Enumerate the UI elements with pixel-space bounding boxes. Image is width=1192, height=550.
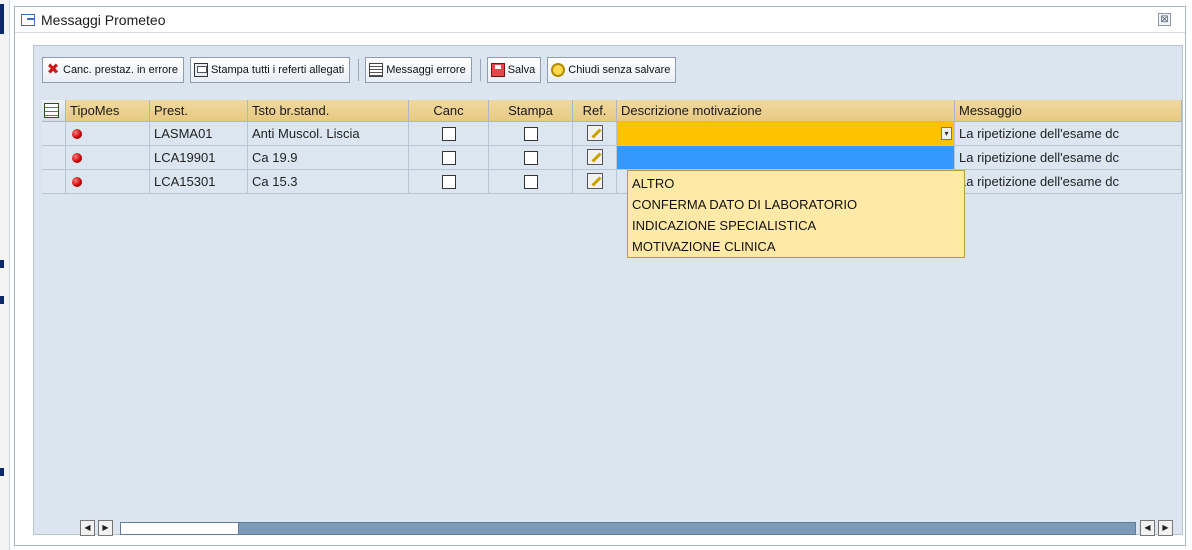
save-icon	[490, 63, 505, 77]
table-row: LASMA01 Anti Muscol. Liscia ▾ La ripetiz…	[42, 122, 1182, 146]
table-row: LCA19901 Ca 19.9 La ripetizione dell'esa…	[42, 146, 1182, 170]
layout-icon	[44, 103, 59, 118]
scroll-thumb[interactable]	[121, 523, 239, 534]
close-without-saving-button[interactable]: Chiudi senza salvare	[547, 57, 677, 83]
column-header-ref[interactable]: Ref.	[573, 100, 617, 122]
title-bar: Messaggi Prometeo ⊠	[15, 7, 1185, 33]
edit-icon[interactable]	[586, 125, 603, 141]
tsto-cell: Anti Muscol. Liscia	[248, 122, 409, 146]
save-button[interactable]: Salva	[486, 57, 542, 83]
button-label: Canc. prestaz. in errore	[63, 64, 178, 76]
dropdown-option-motivazione[interactable]: MOTIVAZIONE CLINICA	[628, 236, 964, 257]
row-selector[interactable]	[42, 122, 66, 146]
close-button[interactable]: ⊠	[1158, 13, 1171, 26]
column-header-messaggio[interactable]: Messaggio	[955, 100, 1182, 122]
canc-cell	[409, 146, 489, 170]
error-messages-button[interactable]: Messaggi errore	[365, 57, 472, 83]
stampa-checkbox[interactable]	[523, 175, 538, 189]
edge-marker	[0, 468, 4, 476]
messaggio-cell: La ripetizione dell'esame dc	[955, 122, 1182, 146]
stampa-cell	[489, 146, 573, 170]
tipomes-cell	[66, 170, 150, 194]
button-label: Messaggi errore	[386, 64, 466, 76]
column-header-stampa[interactable]: Stampa	[489, 100, 573, 122]
print-icon	[193, 63, 208, 77]
row-selector[interactable]	[42, 170, 66, 194]
prest-cell: LASMA01	[150, 122, 248, 146]
dropdown-arrow-icon[interactable]: ▾	[941, 127, 952, 140]
stampa-checkbox[interactable]	[523, 151, 538, 165]
descrizione-dropdown[interactable]: ▾	[617, 122, 955, 146]
dropdown-option-indicazione[interactable]: INDICAZIONE SPECIALISTICA	[628, 215, 964, 236]
tipomes-cell	[66, 146, 150, 170]
tsto-cell: Ca 15.3	[248, 170, 409, 194]
descrizione-dropdown-list: ALTRO CONFERMA DATO DI LABORATORIO INDIC…	[627, 170, 965, 258]
canc-checkbox[interactable]	[441, 175, 456, 189]
messages-table: TipoMes Prest. Tsto br.stand. Canc Stamp…	[42, 100, 1182, 520]
column-header-tsto[interactable]: Tsto br.stand.	[248, 100, 409, 122]
column-header-prest[interactable]: Prest.	[150, 100, 248, 122]
toolbar: ✖ Canc. prestaz. in errore Stampa tutti …	[42, 56, 682, 84]
horizontal-scrollbar[interactable]: ◀ ▶ ◀ ▶	[62, 520, 1173, 538]
dropdown-empty-option[interactable]	[617, 146, 955, 170]
stampa-cell	[489, 122, 573, 146]
column-header-tipomes[interactable]: TipoMes	[66, 100, 150, 122]
dialog-window: Messaggi Prometeo ⊠ ✖ Canc. prestaz. in …	[14, 6, 1186, 546]
canc-cell	[409, 170, 489, 194]
dropdown-option-altro[interactable]: ALTRO	[628, 173, 964, 194]
edge-marker	[0, 296, 4, 304]
layout-button[interactable]	[42, 100, 66, 122]
messaggio-cell: La ripetizione dell'esame dc	[955, 170, 1182, 194]
button-label: Stampa tutti i referti allegati	[210, 64, 345, 76]
edit-icon[interactable]	[586, 149, 603, 165]
stampa-cell	[489, 170, 573, 194]
content-panel: ✖ Canc. prestaz. in errore Stampa tutti …	[33, 45, 1183, 538]
table-header: TipoMes Prest. Tsto br.stand. Canc Stamp…	[42, 100, 1182, 122]
prest-cell: LCA19901	[150, 146, 248, 170]
messaggio-cell: La ripetizione dell'esame dc	[955, 146, 1182, 170]
error-status-icon	[72, 177, 82, 187]
message-list-icon	[369, 63, 384, 77]
canc-checkbox[interactable]	[441, 151, 456, 165]
print-all-reports-button[interactable]: Stampa tutti i referti allegati	[189, 57, 351, 83]
scroll-right-button[interactable]: ▶	[98, 520, 113, 536]
row-selector[interactable]	[42, 146, 66, 170]
ref-cell	[573, 146, 617, 170]
delete-x-icon: ✖	[46, 61, 60, 78]
window-icon	[21, 13, 35, 26]
column-header-canc[interactable]: Canc	[409, 100, 489, 122]
scroll-right-button-end[interactable]: ▶	[1158, 520, 1173, 536]
edge-marker	[0, 4, 4, 34]
edit-icon[interactable]	[586, 173, 603, 189]
button-label: Chiudi senza salvare	[568, 64, 671, 76]
dropdown-option-conferma[interactable]: CONFERMA DATO DI LABORATORIO	[628, 194, 964, 215]
button-label: Salva	[507, 64, 536, 76]
error-status-icon	[72, 153, 82, 163]
tipomes-cell	[66, 122, 150, 146]
scroll-left-button[interactable]: ◀	[80, 520, 95, 536]
cancel-errors-button[interactable]: ✖ Canc. prestaz. in errore	[42, 57, 184, 83]
prest-cell: LCA15301	[150, 170, 248, 194]
toolbar-separator	[358, 59, 360, 81]
left-edge-strip	[0, 0, 10, 550]
canc-cell	[409, 122, 489, 146]
stampa-checkbox[interactable]	[523, 127, 538, 141]
ref-cell	[573, 170, 617, 194]
error-status-icon	[72, 129, 82, 139]
table-row: LCA15301 Ca 15.3 La ripetizione dell'esa…	[42, 170, 1182, 194]
canc-checkbox[interactable]	[441, 127, 456, 141]
scroll-track[interactable]	[120, 522, 1136, 535]
edge-marker	[0, 260, 4, 268]
exit-icon	[551, 63, 566, 77]
window-title: Messaggi Prometeo	[41, 11, 166, 28]
scroll-left-button-end[interactable]: ◀	[1140, 520, 1155, 536]
ref-cell	[573, 122, 617, 146]
toolbar-separator	[479, 59, 481, 81]
column-header-descrizione[interactable]: Descrizione motivazione	[617, 100, 955, 122]
tsto-cell: Ca 19.9	[248, 146, 409, 170]
